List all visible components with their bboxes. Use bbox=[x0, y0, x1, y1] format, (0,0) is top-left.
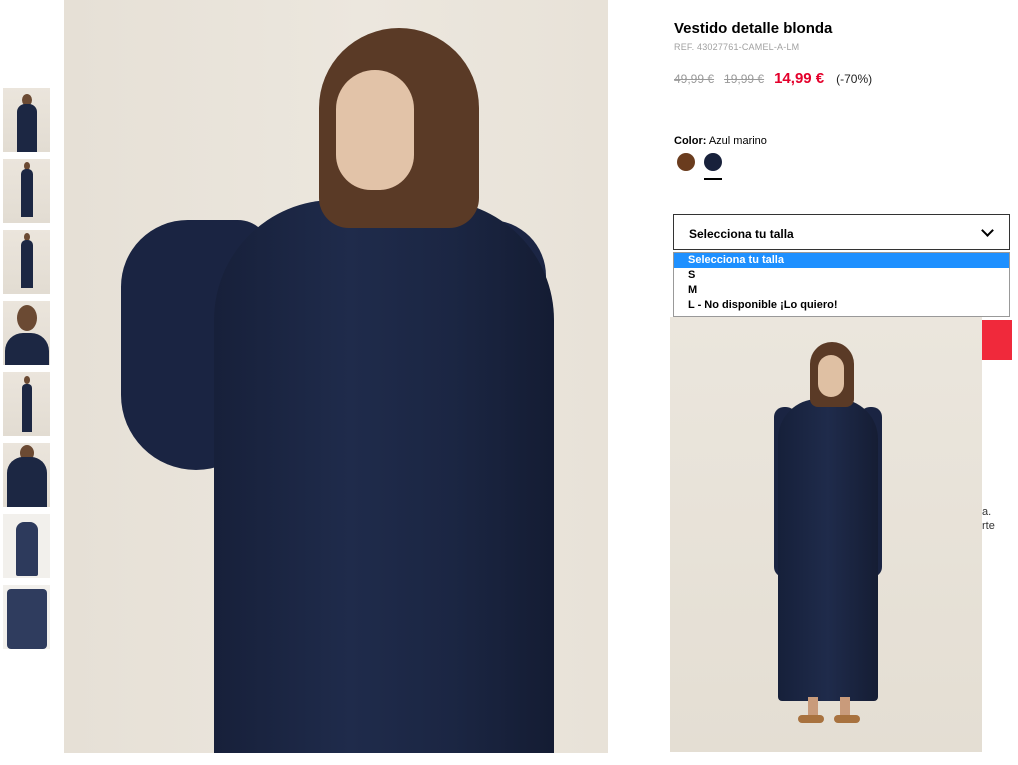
color-label-key: Color: bbox=[674, 135, 707, 147]
size-select-value: Selecciona tu talla bbox=[689, 227, 794, 241]
color-selected-name: Azul marino bbox=[708, 135, 767, 147]
description-text-clipped: rte bbox=[982, 520, 995, 532]
size-option[interactable]: L - No disponible ¡Lo quiero! bbox=[674, 298, 1009, 313]
image-figure-dress bbox=[214, 200, 554, 753]
color-swatch-camel[interactable] bbox=[677, 153, 695, 171]
image-figure-face bbox=[336, 70, 414, 190]
thumb-figure bbox=[16, 104, 37, 152]
discount-badge: (-70%) bbox=[836, 72, 873, 86]
price-previous: 19,99 € bbox=[724, 72, 765, 86]
color-swatch-azul-marino[interactable] bbox=[704, 153, 722, 180]
size-option[interactable]: M bbox=[674, 283, 1009, 298]
size-dropdown: Selecciona tu talla S M L - No disponibl… bbox=[673, 252, 1010, 317]
thumb-figure bbox=[20, 169, 33, 217]
thumb-figure bbox=[4, 333, 49, 365]
thumbnail-3[interactable] bbox=[3, 230, 50, 294]
color-swatches bbox=[677, 153, 731, 180]
price-current: 14,99 € bbox=[774, 70, 825, 87]
main-product-image[interactable] bbox=[64, 0, 608, 753]
thumbnail-8[interactable] bbox=[3, 585, 50, 649]
size-option[interactable]: S bbox=[674, 268, 1009, 283]
thumb-figure-head bbox=[16, 305, 37, 331]
image-figure-dress bbox=[778, 399, 878, 701]
price-block: 49,99 € 19,99 € 14,99 € (-70%) bbox=[674, 70, 872, 87]
thumb-figure bbox=[6, 589, 47, 649]
color-label: Color: Azul marino bbox=[674, 135, 767, 147]
product-reference: REF. 43027761-CAMEL-A-LM bbox=[674, 42, 800, 52]
thumb-figure-head bbox=[23, 376, 30, 384]
thumb-figure bbox=[20, 240, 33, 288]
product-title: Vestido detalle blonda bbox=[674, 20, 833, 37]
chevron-down-icon bbox=[981, 224, 994, 237]
thumb-figure bbox=[21, 384, 32, 432]
image-figure-face bbox=[818, 355, 844, 397]
add-to-bag-button[interactable] bbox=[982, 320, 1012, 360]
thumbnail-5[interactable] bbox=[3, 372, 50, 436]
thumbnail-4[interactable] bbox=[3, 301, 50, 365]
thumb-figure bbox=[15, 522, 38, 576]
size-select[interactable]: Selecciona tu talla bbox=[673, 214, 1010, 250]
description-text-clipped: a. bbox=[982, 506, 992, 518]
thumbnail-7[interactable] bbox=[3, 514, 50, 578]
price-original: 49,99 € bbox=[674, 72, 715, 86]
thumbnail-1[interactable] bbox=[3, 88, 50, 152]
thumbnail-2[interactable] bbox=[3, 159, 50, 223]
thumbnail-6[interactable] bbox=[3, 443, 50, 507]
thumb-figure bbox=[6, 457, 47, 507]
hover-preview-image bbox=[670, 317, 982, 752]
image-figure-shoe bbox=[798, 715, 824, 723]
size-option[interactable]: Selecciona tu talla bbox=[674, 253, 1009, 268]
thumbnail-list bbox=[3, 88, 50, 656]
image-figure-shoe bbox=[834, 715, 860, 723]
